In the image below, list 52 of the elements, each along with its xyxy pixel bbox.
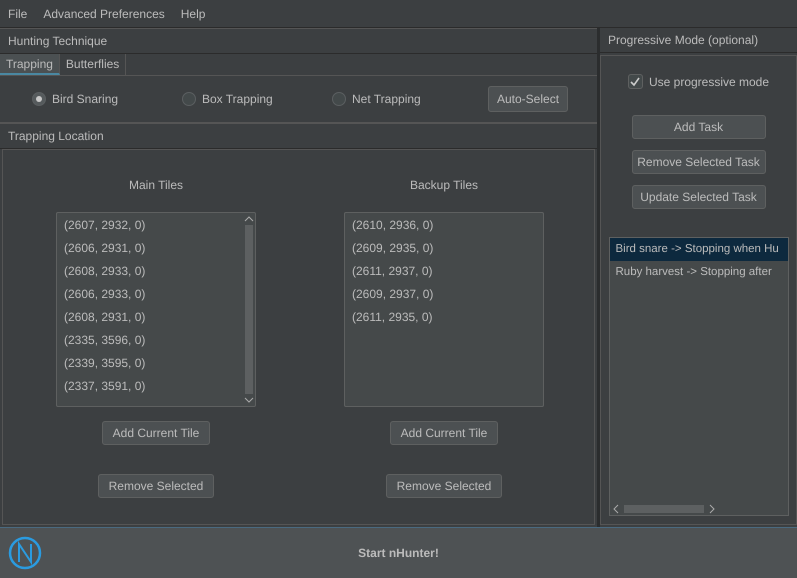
- tile-item[interactable]: (2610, 2936, 0): [345, 217, 543, 240]
- radio-label: Box Trapping: [202, 92, 273, 106]
- tile-item[interactable]: (2608, 2931, 0): [57, 309, 243, 332]
- section-title: Progressive Mode (optional): [608, 33, 758, 47]
- task-button[interactable]: Remove Selected Task: [632, 150, 766, 174]
- add-tile-button[interactable]: Add Current Tile: [102, 421, 210, 445]
- menu-item[interactable]: File: [0, 6, 36, 20]
- tile-item[interactable]: (2607, 2932, 0): [57, 217, 243, 240]
- list-title: Backup Tiles: [410, 178, 478, 192]
- tile-item[interactable]: (2611, 2937, 0): [345, 263, 543, 286]
- radio-label: Net Trapping: [352, 92, 421, 106]
- radio-button[interactable]: [332, 92, 346, 106]
- chevron-left-icon[interactable]: [612, 504, 620, 514]
- menu-item[interactable]: Advanced Preferences: [35, 6, 173, 20]
- start-button[interactable]: Start nHunter!: [0, 528, 797, 578]
- radio-label: Bird Snaring: [52, 92, 118, 106]
- tile-item[interactable]: (2335, 3596, 0): [57, 332, 243, 355]
- checkbox[interactable]: [628, 74, 643, 89]
- section-title: Trapping Location: [8, 129, 104, 143]
- menu-item[interactable]: Help: [172, 6, 214, 20]
- tab[interactable]: Trapping: [0, 54, 60, 75]
- tab[interactable]: Butterflies: [60, 54, 126, 75]
- tile-item[interactable]: (2611, 2935, 0): [345, 309, 543, 332]
- tile-item[interactable]: (2606, 2933, 0): [57, 286, 243, 309]
- section-title: Hunting Technique: [8, 34, 108, 48]
- tile-item[interactable]: (2608, 2933, 0): [57, 263, 243, 286]
- radio-option[interactable]: Box Trapping: [182, 92, 332, 106]
- checkbox-option[interactable]: Use progressive mode: [628, 74, 770, 89]
- chevron-down-icon[interactable]: [244, 396, 254, 404]
- list-title: Main Tiles: [128, 178, 184, 192]
- chevron-up-icon[interactable]: [244, 215, 254, 223]
- task-button[interactable]: Add Task: [632, 115, 766, 139]
- tile-item[interactable]: (2339, 3595, 0): [57, 355, 243, 378]
- tile-item[interactable]: (2609, 2937, 0): [345, 286, 543, 309]
- remove-selected-button[interactable]: Remove Selected: [98, 474, 214, 498]
- add-tile-button[interactable]: Add Current Tile: [390, 421, 498, 445]
- radio-option[interactable]: Net Trapping: [332, 92, 482, 106]
- task-item[interactable]: Bird snare -> Stopping when Hu: [610, 238, 788, 261]
- radio-button[interactable]: [182, 92, 196, 106]
- auto-select-button[interactable]: Auto-Select: [488, 86, 568, 112]
- task-item[interactable]: Ruby harvest -> Stopping after: [610, 261, 788, 284]
- checkmark-icon: [629, 76, 642, 88]
- radio-option[interactable]: Bird Snaring: [32, 92, 182, 106]
- chevron-right-icon[interactable]: [708, 504, 716, 514]
- task-button[interactable]: Update Selected Task: [632, 185, 766, 209]
- checkbox-label: Use progressive mode: [648, 74, 770, 88]
- tile-item[interactable]: (2337, 3591, 0): [57, 378, 243, 401]
- radio-button[interactable]: [32, 92, 46, 106]
- logo-icon: [8, 536, 42, 570]
- tile-item[interactable]: (2606, 2931, 0): [57, 240, 243, 263]
- remove-selected-button[interactable]: Remove Selected: [386, 474, 502, 498]
- tile-item[interactable]: (2609, 2935, 0): [345, 240, 543, 263]
